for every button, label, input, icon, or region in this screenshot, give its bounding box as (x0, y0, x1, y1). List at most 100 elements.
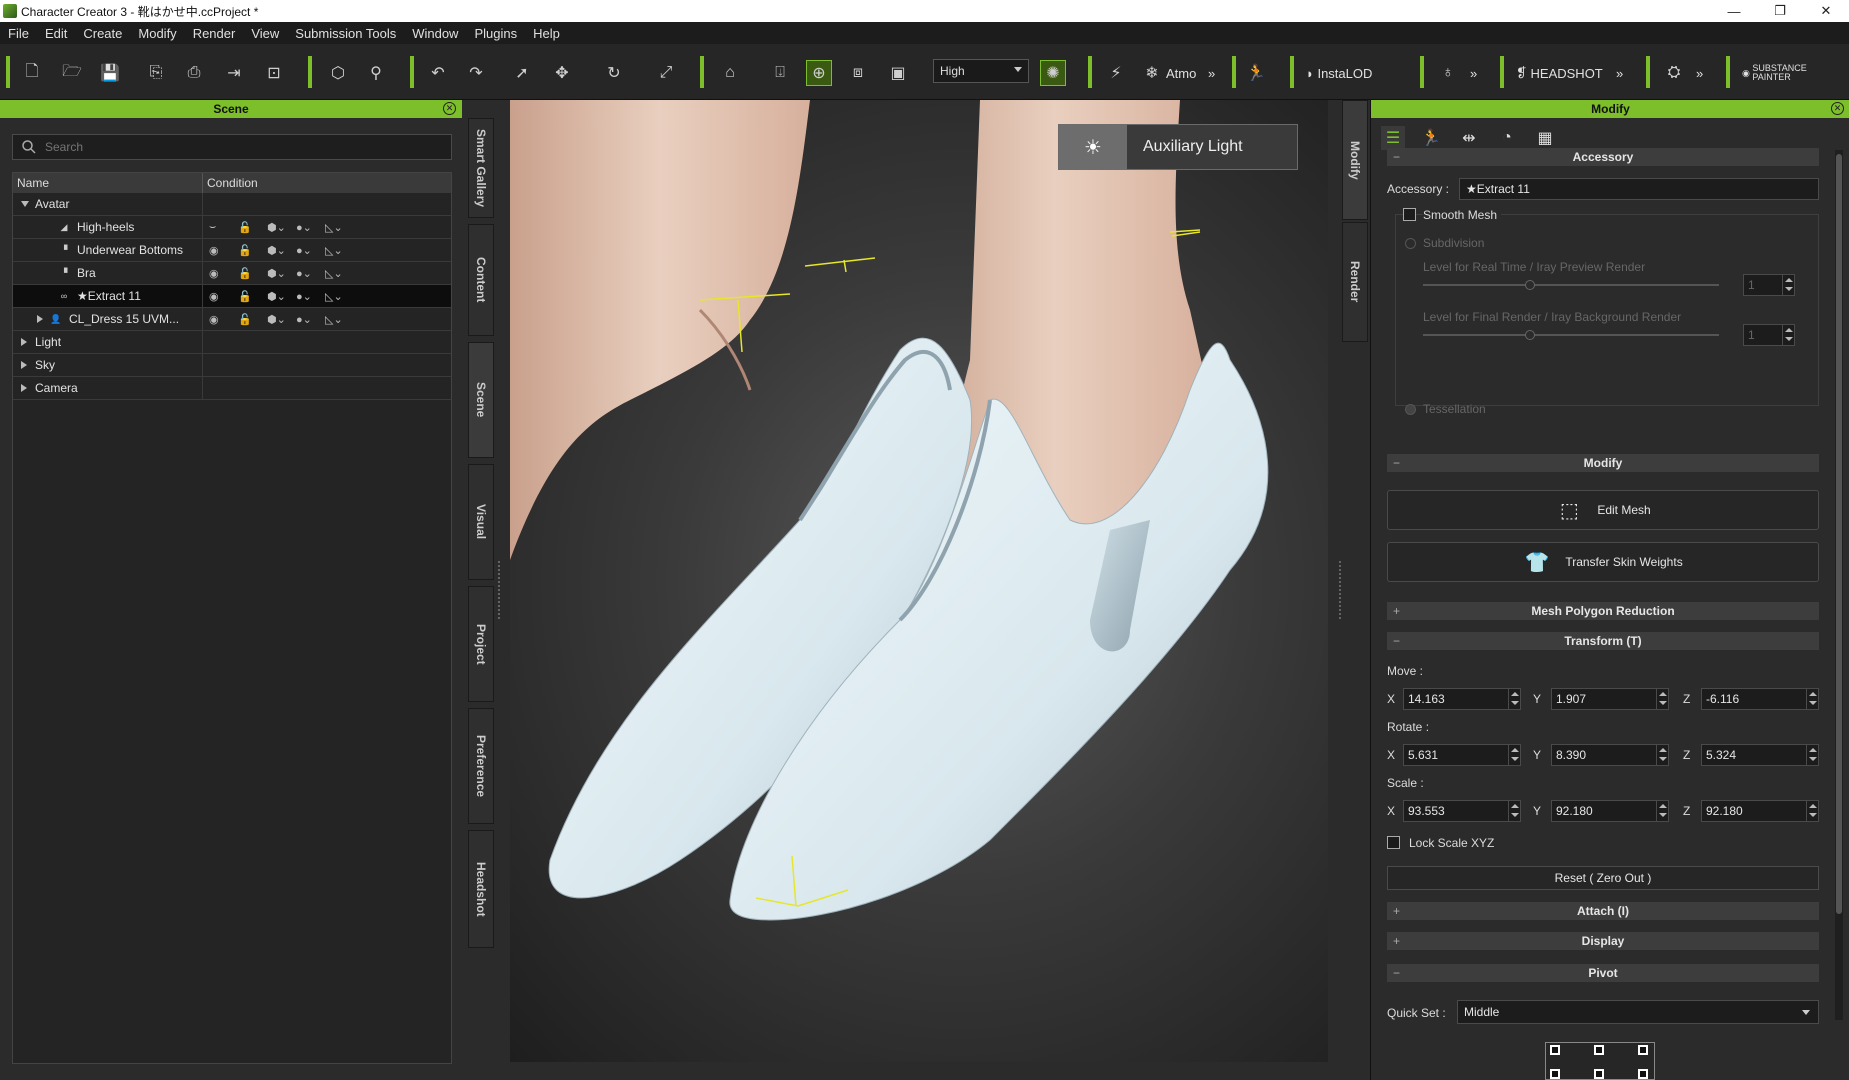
restore-button[interactable]: ❐ (1757, 0, 1803, 22)
spin-arrows-icon[interactable] (1508, 745, 1520, 765)
snap-ground-icon[interactable]: ⍗ (768, 62, 792, 84)
modify-scrollbar[interactable] (1835, 150, 1843, 1020)
tab-smart-gallery[interactable]: Smart Gallery (468, 118, 494, 218)
spin-arrows-icon[interactable] (1806, 745, 1818, 765)
tree-row-bra[interactable]: ▝ Bra ◉ 🔓 ⬢⌄ ●⌄ ◺⌄ (13, 261, 451, 285)
tree-row-high-heels[interactable]: ◢ High-heels ⌣ 🔓 ⬢⌄ ●⌄ ◺⌄ (13, 215, 451, 239)
new-file-icon[interactable]: 🗋 (20, 62, 44, 84)
transform-section-header[interactable]: − Transform (T) (1387, 632, 1819, 650)
pivot-point[interactable] (1638, 1045, 1648, 1055)
eye-icon[interactable]: ◉ (209, 290, 238, 303)
quality-dropdown[interactable]: High (933, 59, 1029, 83)
splitter-handle[interactable] (497, 560, 501, 620)
cube-icon[interactable]: ⬢⌄ (267, 267, 296, 280)
rotate-x-spinbox[interactable]: 5.631 (1403, 744, 1521, 766)
move-y-spinbox[interactable]: 1.907 (1551, 688, 1669, 710)
spin-arrows-icon[interactable] (1656, 801, 1668, 821)
subdivision-radio[interactable] (1405, 238, 1416, 249)
toolbar-more[interactable]: » (1208, 62, 1215, 84)
redo-icon[interactable]: ↷ (464, 62, 488, 84)
sphere-icon[interactable]: ●⌄ (296, 244, 325, 257)
scale-y-spinbox[interactable]: 92.180 (1551, 800, 1669, 822)
modify-section-header[interactable]: − Modify (1387, 454, 1819, 472)
move-z-spinbox[interactable]: -6.116 (1701, 688, 1819, 710)
undo-icon[interactable]: ↶ (426, 62, 450, 84)
bone-icon[interactable]: ◺⌄ (325, 290, 354, 303)
tab-project[interactable]: Project (468, 586, 494, 702)
tab-scene[interactable]: Scene (468, 342, 494, 458)
expand-arrow-icon[interactable] (21, 338, 27, 346)
slider-knob[interactable] (1525, 330, 1535, 340)
appearance-tab-icon[interactable]: ◔ (1495, 126, 1519, 150)
minimize-button[interactable]: — (1711, 0, 1757, 22)
toolbar-more[interactable]: » (1696, 62, 1703, 84)
bone-icon[interactable]: ◺⌄ (325, 244, 354, 257)
tab-headshot[interactable]: Headshot (468, 830, 494, 948)
scene-search[interactable] (12, 134, 452, 160)
search-input[interactable] (45, 140, 425, 154)
open-folder-icon[interactable]: 🗁 (60, 62, 84, 84)
reset-zero-out-button[interactable]: Reset ( Zero Out ) (1387, 866, 1819, 890)
cube-icon[interactable]: ⬢⌄ (267, 244, 296, 257)
col-condition-header[interactable]: Condition (203, 173, 262, 193)
eye-icon[interactable]: ◉ (209, 267, 238, 280)
save-icon[interactable]: 💾 (98, 62, 122, 84)
menu-edit[interactable]: Edit (37, 26, 75, 41)
menu-help[interactable]: Help (525, 26, 568, 41)
rotate-tool-icon[interactable]: ↻ (602, 62, 626, 84)
tree-row-underwear-bottoms[interactable]: ▝ Underwear Bottoms ◉ 🔓 ⬢⌄ ●⌄ ◺⌄ (13, 238, 451, 262)
tab-content[interactable]: Content (468, 224, 494, 336)
tree-row-light[interactable]: Light (13, 330, 451, 354)
home-camera-icon[interactable]: ⌂ (718, 62, 742, 84)
import-icon[interactable]: ⎘ (144, 62, 168, 84)
hidden-eye-icon[interactable]: ⌣ (209, 221, 238, 234)
substance-painter-button[interactable]: ◉ SUBSTANCE PAINTER (1742, 62, 1838, 84)
frame-selected-icon[interactable]: ⊕ (806, 60, 832, 86)
auxiliary-light-badge[interactable]: ☀ Auxiliary Light (1058, 124, 1298, 170)
tree-row-extract-11[interactable]: ∞ ★Extract 11 ◉ 🔓 ⬢⌄ ●⌄ ◺⌄ (13, 284, 451, 308)
attributes-tab-icon[interactable]: ☰ (1381, 126, 1405, 150)
spin-arrows-icon[interactable] (1508, 801, 1520, 821)
tree-row-cl-dress[interactable]: 👤 CL_Dress 15 UVM... ◉ 🔓 ⬢⌄ ●⌄ ◺⌄ (13, 307, 451, 331)
scrollbar-thumb[interactable] (1836, 154, 1842, 914)
morph-tab-icon[interactable]: ⇹ (1457, 126, 1481, 150)
lock-icon[interactable]: 🔓 (238, 221, 267, 234)
tab-preference[interactable]: Preference (468, 708, 494, 824)
level-realtime-spinbox[interactable]: 1 (1743, 274, 1795, 296)
spin-arrows-icon[interactable] (1782, 275, 1794, 295)
rotate-y-spinbox[interactable]: 8.390 (1551, 744, 1669, 766)
pivot-point[interactable] (1594, 1069, 1604, 1079)
3d-viewport[interactable] (510, 100, 1328, 1062)
select-arrow-icon[interactable]: ➚ (510, 62, 534, 84)
pivot-point[interactable] (1550, 1069, 1560, 1079)
tab-visual[interactable]: Visual (468, 464, 494, 580)
cube-tool-icon[interactable]: ⬡ (326, 62, 350, 84)
display-section-header[interactable]: + Display (1387, 932, 1819, 950)
bone-icon[interactable]: ◺⌄ (325, 267, 354, 280)
toolbar-more[interactable]: » (1470, 62, 1477, 84)
col-name-header[interactable]: Name (13, 173, 203, 193)
headshot-button[interactable]: ❡ HEADSHOT (1516, 62, 1603, 84)
rotate-z-spinbox[interactable]: 5.324 (1701, 744, 1819, 766)
send-icon[interactable]: ⇥ (222, 62, 246, 84)
lock-icon[interactable]: 🔓 (238, 244, 267, 257)
pivot-point[interactable] (1638, 1069, 1648, 1079)
frame-all-icon[interactable]: ⧈ (846, 62, 870, 84)
pivot-section-header[interactable]: − Pivot (1387, 964, 1819, 982)
scale-tool-icon[interactable]: ⤢ (654, 62, 678, 84)
eye-icon[interactable]: ◉ (209, 244, 238, 257)
tree-row-sky[interactable]: Sky (13, 353, 451, 377)
scale-z-spinbox[interactable]: 92.180 (1701, 800, 1819, 822)
expand-arrow-icon[interactable] (21, 201, 29, 207)
level-realtime-slider[interactable] (1423, 280, 1719, 290)
level-final-slider[interactable] (1423, 330, 1719, 340)
motion-icon[interactable]: 🏃 (1244, 62, 1268, 84)
cube-icon[interactable]: ⬢⌄ (267, 290, 296, 303)
toolbar-more[interactable]: » (1616, 62, 1623, 84)
menu-file[interactable]: File (0, 26, 37, 41)
sphere-icon[interactable]: ●⌄ (296, 267, 325, 280)
transfer-skin-weights-button[interactable]: 👕 Transfer Skin Weights (1387, 542, 1819, 582)
mesh-reduction-header[interactable]: + Mesh Polygon Reduction (1387, 602, 1819, 620)
bone-icon[interactable]: ◺⌄ (325, 313, 354, 326)
atmosphere-label[interactable]: Atmo (1166, 62, 1196, 84)
